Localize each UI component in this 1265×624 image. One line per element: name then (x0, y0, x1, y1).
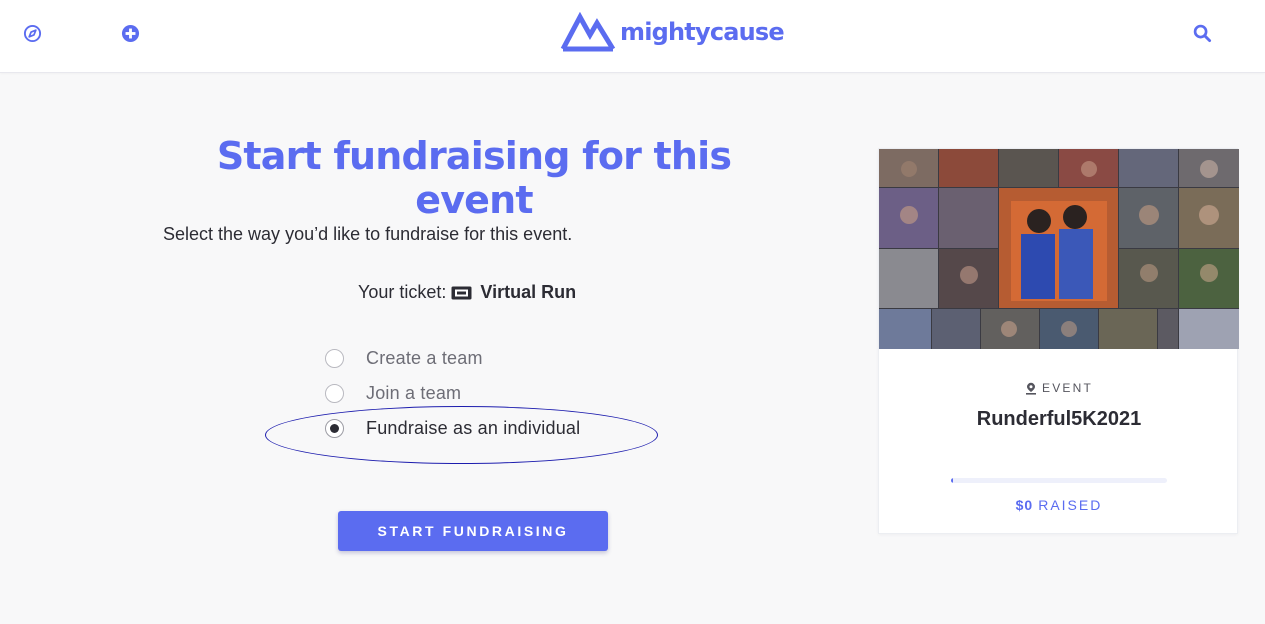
radio-individual[interactable] (325, 418, 344, 438)
radio-join-team[interactable] (325, 383, 344, 403)
option-label: Join a team (366, 382, 462, 403)
mightycause-logo[interactable]: mightycause (560, 11, 785, 53)
raised-label: RAISED (1038, 497, 1103, 513)
brand-name: mightycause (620, 18, 785, 46)
ticket-info: Your ticket: Virtual Run (358, 282, 576, 303)
event-card: EVENT Runderful5K2021 $0 RAISED (878, 148, 1239, 534)
ticket-label: Your ticket: (358, 282, 447, 302)
option-label: Fundraise as an individual (366, 417, 581, 438)
top-navigation-bar: mightycause (0, 0, 1265, 73)
radio-create-team[interactable] (325, 348, 344, 368)
raised-summary: $0 RAISED (879, 497, 1239, 513)
page-title: Start fundraising for this event (216, 134, 732, 222)
ticket-name: Virtual Run (480, 282, 577, 302)
ticket-icon (451, 286, 472, 300)
fundraising-progress-bar (951, 478, 1167, 483)
progress-fill (951, 478, 954, 483)
event-tag-text: EVENT (1041, 381, 1093, 395)
page-subtitle: Select the way you’d like to fundraise f… (163, 224, 573, 244)
event-collage-image[interactable] (879, 149, 1239, 349)
option-create-team[interactable]: Create a team (325, 347, 483, 369)
logo-mark-icon (560, 12, 616, 52)
event-type-label: EVENT (879, 381, 1239, 395)
option-individual[interactable]: Fundraise as an individual (325, 417, 580, 439)
option-label: Create a team (366, 347, 483, 368)
event-name[interactable]: Runderful5K2021 (879, 408, 1239, 431)
option-join-team[interactable]: Join a team (325, 382, 461, 404)
search-icon[interactable] (1192, 23, 1212, 43)
plus-circle-icon[interactable] (120, 23, 140, 43)
compass-icon[interactable] (22, 23, 42, 43)
raised-amount: $0 (1015, 497, 1034, 513)
start-fundraising-button[interactable]: START FUNDRAISING (338, 511, 608, 551)
location-pin-icon (1025, 382, 1037, 395)
